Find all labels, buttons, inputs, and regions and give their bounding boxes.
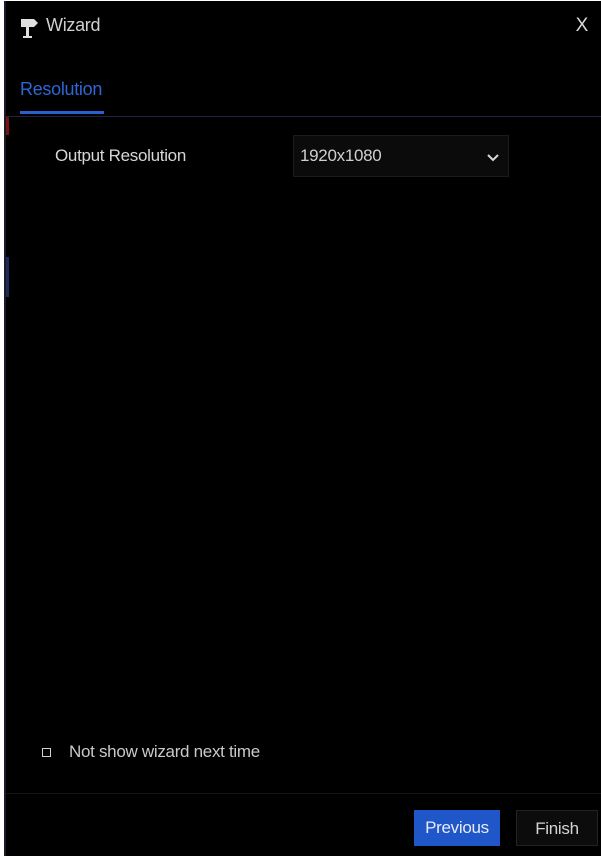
wizard-signpost-icon bbox=[20, 17, 40, 39]
tab-bar: Resolution bbox=[6, 71, 601, 117]
output-resolution-label: Output Resolution bbox=[55, 146, 186, 165]
previous-button[interactable]: Previous bbox=[414, 810, 500, 846]
tab-resolution[interactable]: Resolution bbox=[20, 79, 102, 112]
edge-accent bbox=[6, 117, 9, 135]
close-button[interactable]: X bbox=[571, 15, 593, 37]
window-title: Wizard bbox=[46, 15, 101, 35]
title-bar: Wizard X bbox=[6, 1, 601, 51]
footer-divider bbox=[6, 793, 601, 794]
wizard-dialog: Wizard X Resolution Output Resolution 19… bbox=[4, 1, 601, 856]
active-tab-indicator bbox=[20, 111, 104, 114]
output-resolution-select[interactable]: 1920x1080 bbox=[293, 135, 509, 177]
chevron-down-icon bbox=[486, 150, 500, 164]
not-show-wizard-label: Not show wizard next time bbox=[69, 742, 260, 761]
edge-accent bbox=[6, 257, 9, 297]
output-resolution-value: 1920x1080 bbox=[300, 146, 382, 165]
finish-button[interactable]: Finish bbox=[516, 810, 598, 846]
not-show-wizard-checkbox[interactable] bbox=[42, 748, 51, 757]
